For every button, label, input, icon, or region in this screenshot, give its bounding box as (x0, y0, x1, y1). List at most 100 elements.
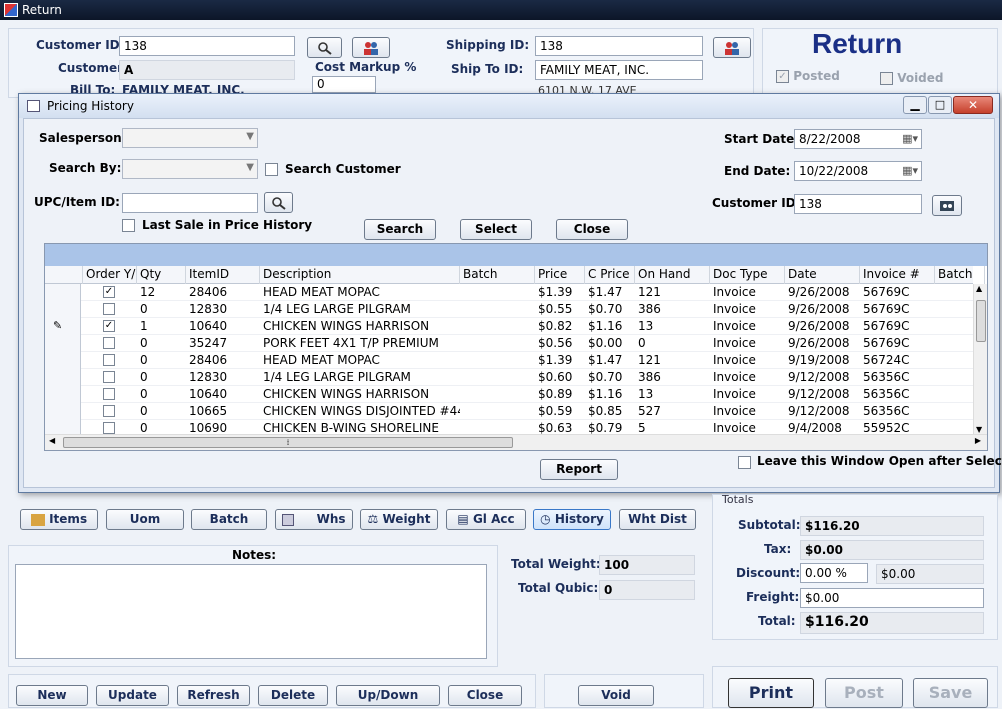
upc-input[interactable] (122, 193, 258, 213)
cell-qty[interactable]: 0 (137, 335, 186, 352)
cell-qty[interactable]: 0 (137, 352, 186, 369)
freight-field[interactable]: $0.00 (800, 588, 984, 608)
search-button[interactable]: Search (364, 219, 436, 240)
batch-button[interactable]: Batch (191, 509, 267, 530)
row-header[interactable] (45, 301, 81, 318)
vertical-scrollbar[interactable]: ▲ ▼ (973, 284, 987, 434)
salesperson-select[interactable]: ▼ (122, 128, 258, 148)
wht-dist-button[interactable]: Wht Dist (619, 509, 696, 530)
last-sale-checkbox[interactable] (122, 219, 135, 235)
new-button[interactable]: New (16, 685, 88, 706)
vertical-scroll-thumb[interactable] (976, 300, 986, 342)
cell-qty[interactable]: 0 (137, 403, 186, 420)
minimize-button[interactable]: ▁ (903, 96, 927, 114)
post-button[interactable]: Post (825, 678, 903, 708)
order-checkbox[interactable] (103, 422, 115, 434)
grid-column-header[interactable]: Batch (460, 266, 535, 284)
search-customer-checkbox[interactable] (265, 163, 278, 179)
customer-search-button[interactable] (307, 37, 342, 58)
table-row[interactable]: 0 10640 CHICKEN WINGS HARRISON $0.89 $1.16 13… (45, 386, 973, 403)
search-by-select[interactable]: ▼ (122, 159, 258, 179)
order-checkbox[interactable] (103, 303, 115, 315)
gl-acc-button[interactable]: ▤ Gl Acc (446, 509, 526, 530)
upc-search-button[interactable] (264, 192, 293, 213)
pricing-history-grid[interactable]: Order Y/NQtyItemIDDescriptionBatchPriceC… (44, 243, 988, 451)
row-header[interactable] (45, 369, 81, 386)
start-date-picker[interactable]: 8/22/2008 ▦▾ (794, 129, 922, 149)
row-header-edit-icon[interactable]: ✎ (45, 318, 81, 335)
leave-open-checkbox[interactable] (738, 456, 751, 472)
grid-column-header[interactable]: Invoice # (860, 266, 935, 284)
refresh-button[interactable]: Refresh (177, 685, 250, 706)
grid-column-header[interactable]: Date (785, 266, 860, 284)
row-header[interactable] (45, 403, 81, 420)
order-checkbox[interactable] (103, 371, 115, 383)
void-button[interactable]: Void (578, 685, 654, 706)
grid-column-header[interactable]: Price (535, 266, 585, 284)
grid-column-header[interactable]: Qty (137, 266, 186, 284)
table-row[interactable]: 0 28406 HEAD MEAT MOPAC $1.39 $1.47 121 Invoic… (45, 352, 973, 369)
cell-qty[interactable]: 0 (137, 369, 186, 386)
update-button[interactable]: Update (96, 685, 169, 706)
table-row[interactable]: 0 35247 PORK FEET 4X1 T/P PREMIUM $0.56 $0.0… (45, 335, 973, 352)
close-form-button[interactable]: Close (448, 685, 522, 706)
cost-markup-field[interactable]: 0 (312, 76, 376, 93)
order-checkbox[interactable] (103, 354, 115, 366)
dialog-customer-id-field[interactable]: 138 (794, 194, 922, 214)
horizontal-scrollbar[interactable]: ◀ ⁞ ▶ (45, 434, 987, 450)
grid-column-header[interactable]: ItemID (186, 266, 260, 284)
voided-checkbox[interactable]: Voided (880, 71, 944, 85)
report-button[interactable]: Report (540, 459, 618, 480)
table-row[interactable]: 0 12830 1/4 LEG LARGE PILGRAM $0.55 $0.70 386… (45, 301, 973, 318)
row-header[interactable] (45, 386, 81, 403)
history-button[interactable]: ◷ History (533, 509, 611, 530)
cell-qty[interactable]: 12 (137, 284, 186, 301)
save-button[interactable]: Save (913, 678, 988, 708)
grid-column-header[interactable]: Doc Type (710, 266, 785, 284)
shipping-id-field[interactable]: 138 (535, 36, 703, 56)
grid-column-header[interactable]: On Hand (635, 266, 710, 284)
end-date-picker[interactable]: 10/22/2008 ▦▾ (794, 161, 922, 181)
horizontal-scroll-thumb[interactable]: ⁞ (63, 437, 513, 448)
whs-button[interactable]: Whs (275, 509, 353, 530)
notes-textarea[interactable] (15, 564, 487, 659)
maximize-button[interactable]: □ (928, 96, 952, 114)
grid-column-header[interactable]: C Price (585, 266, 635, 284)
customer-lookup-button[interactable] (352, 37, 390, 58)
close-button[interactable]: Close (556, 219, 628, 240)
grid-column-header[interactable]: Description (260, 266, 460, 284)
posted-checkbox[interactable]: ✓ Posted (776, 69, 840, 83)
row-header[interactable] (45, 335, 81, 352)
items-button[interactable]: Items (20, 509, 98, 530)
uom-button[interactable]: Uom (106, 509, 184, 530)
select-button[interactable]: Select (460, 219, 532, 240)
cell-qty[interactable]: 0 (137, 301, 186, 318)
row-header[interactable] (45, 352, 81, 369)
grid-column-header[interactable]: Batch (935, 266, 985, 284)
discount-percent-field[interactable]: 0.00 % (800, 563, 868, 583)
row-header[interactable] (45, 420, 81, 434)
order-checkbox[interactable] (103, 405, 115, 417)
updown-button[interactable]: Up/Down (336, 685, 440, 706)
ship-to-id-field[interactable]: FAMILY MEAT, INC. (535, 60, 703, 80)
dialog-close-x-button[interactable]: ✕ (953, 96, 993, 114)
order-checkbox[interactable] (103, 388, 115, 400)
order-checkbox[interactable]: ✓ (103, 286, 115, 298)
dialog-customer-lookup-button[interactable] (932, 195, 962, 216)
delete-button[interactable]: Delete (258, 685, 328, 706)
order-checkbox[interactable]: ✓ (103, 320, 115, 332)
cell-qty[interactable]: 0 (137, 386, 186, 403)
table-row[interactable]: 0 10665 CHICKEN WINGS DISJOINTED #44.0 $0.5… (45, 403, 973, 420)
shipping-lookup-button[interactable] (713, 37, 751, 58)
table-row[interactable]: 0 10690 CHICKEN B-WING SHORELINE $0.63 $0.79… (45, 420, 973, 434)
table-row[interactable]: ✓ 12 28406 HEAD MEAT MOPAC $1.39 $1.47 121 Invo… (45, 284, 973, 301)
cell-qty[interactable]: 1 (137, 318, 186, 335)
print-button[interactable]: Print (728, 678, 814, 708)
grid-column-header[interactable]: Order Y/N (83, 266, 137, 284)
order-checkbox[interactable] (103, 337, 115, 349)
table-row[interactable]: 0 12830 1/4 LEG LARGE PILGRAM $0.60 $0.70 386… (45, 369, 973, 386)
cell-qty[interactable]: 0 (137, 420, 186, 434)
weight-button[interactable]: ⚖ Weight (360, 509, 438, 530)
row-header[interactable] (45, 284, 81, 301)
table-row[interactable]: ✎ ✓ 1 10640 CHICKEN WINGS HARRISON $0.82 $1.16… (45, 318, 973, 335)
